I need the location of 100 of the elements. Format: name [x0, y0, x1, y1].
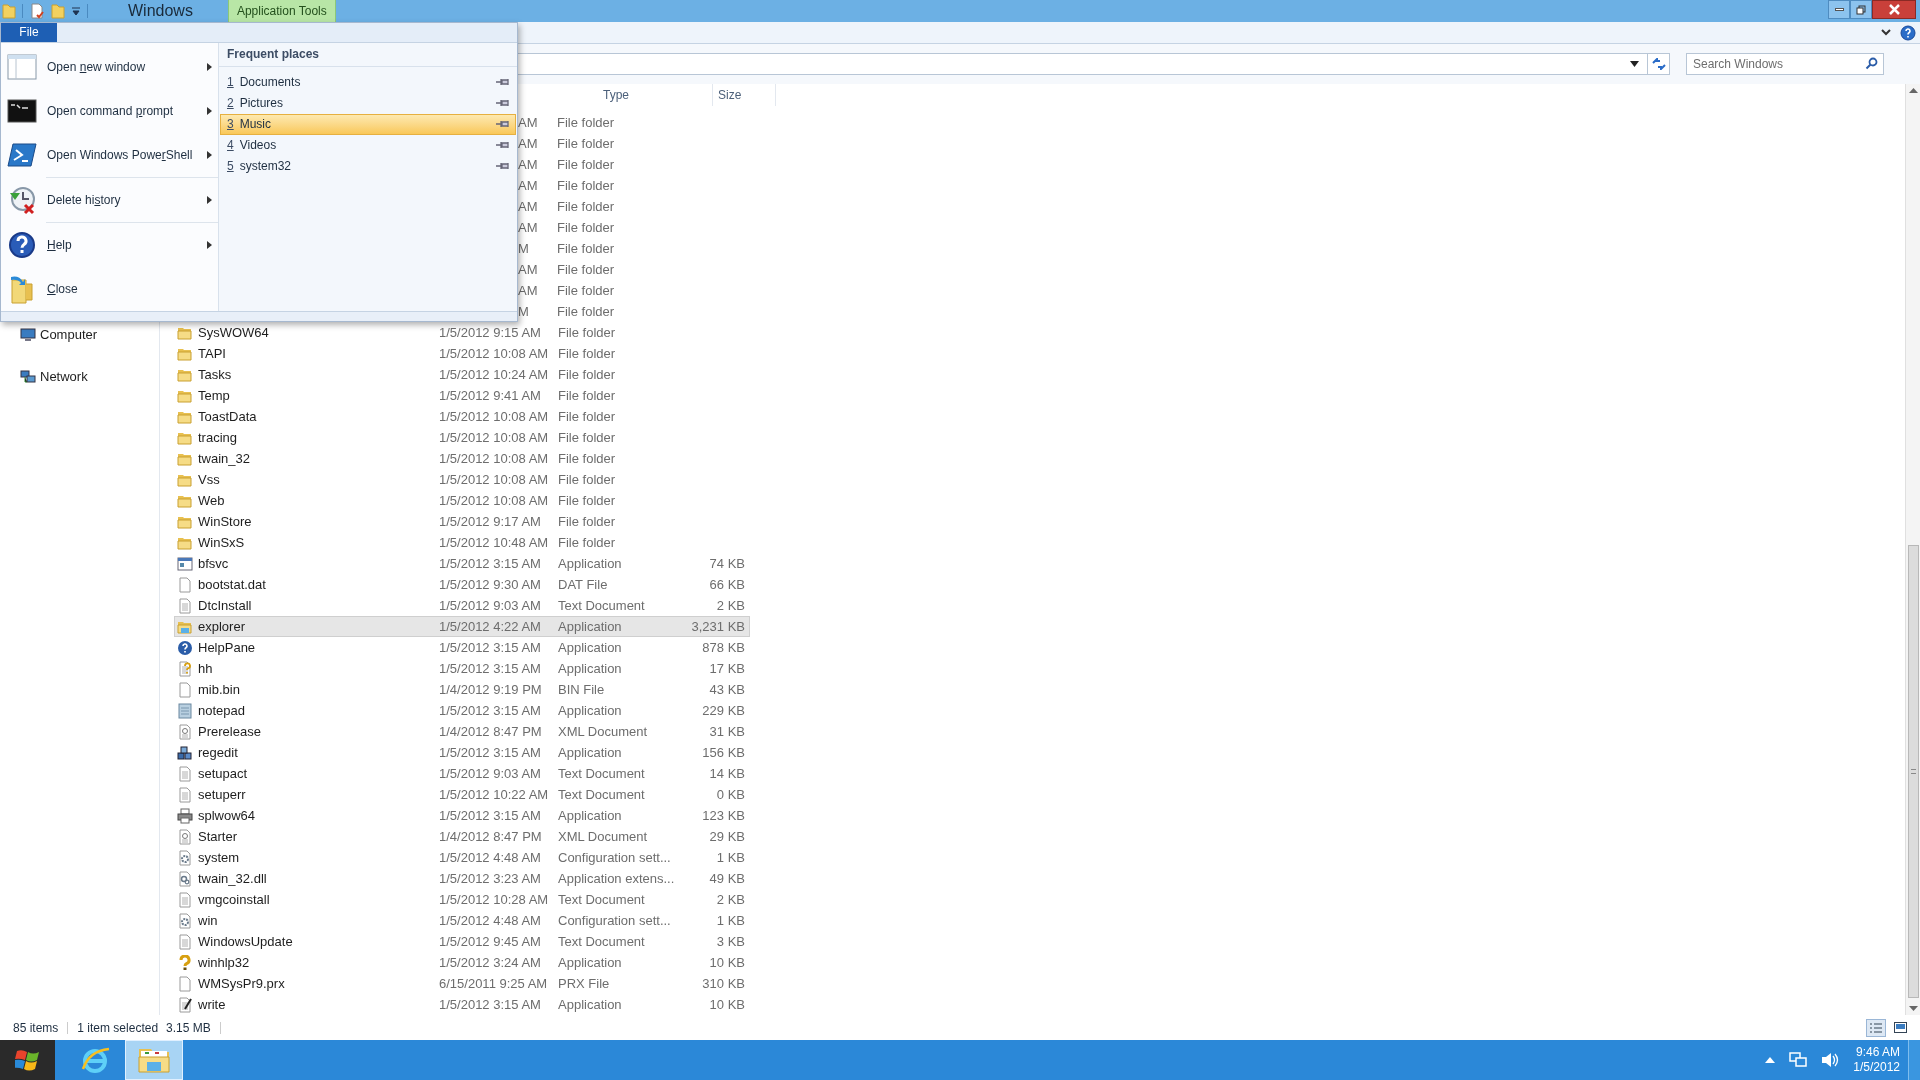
file-row[interactable]: Tasks 1/5/2012 10:24 AM File folder — [174, 364, 750, 385]
file-row[interactable]: Prerelease 1/4/2012 8:47 PM XML Document 31 KB — [174, 721, 750, 742]
pin-icon[interactable] — [496, 99, 511, 108]
navigation-item[interactable]: Computer — [40, 324, 98, 345]
file-name: explorer — [198, 617, 245, 636]
file-row[interactable]: regedit 1/5/2012 3:15 AM Application 156 KB — [174, 742, 750, 763]
minimize-button[interactable] — [1828, 0, 1850, 19]
menu-item[interactable]: Open command prompt — [1, 88, 218, 133]
file-row[interactable]: bfsvc 1/5/2012 3:15 AM Application 74 KB — [174, 553, 750, 574]
frequent-place[interactable]: 4 Videos — [220, 134, 516, 156]
submenu-arrow-icon — [207, 150, 212, 159]
file-row[interactable]: setupact 1/5/2012 9:03 AM Text Document 14 KB — [174, 763, 750, 784]
menu-item[interactable]: Help — [1, 222, 218, 267]
close-button[interactable] — [1872, 0, 1916, 19]
file-name: write — [198, 995, 226, 1014]
file-row[interactable]: notepad 1/5/2012 3:15 AM Application 229 KB — [174, 700, 750, 721]
restore-button[interactable] — [1850, 0, 1872, 19]
frequent-place[interactable]: 2 Pictures — [220, 92, 516, 114]
document-icon[interactable] — [29, 3, 45, 19]
file-name: vmgcoinstall — [198, 890, 270, 909]
file-row[interactable]: WindowsUpdate 1/5/2012 9:45 AM Text Document 3 KB — [174, 931, 750, 952]
date-cell: 1/5/2012 10:08 AM — [439, 345, 549, 361]
frequent-place[interactable]: 1 Documents — [220, 71, 516, 93]
gear-page-icon — [177, 870, 193, 887]
file-row[interactable]: Vss 1/5/2012 10:08 AM File folder — [174, 469, 750, 490]
refresh-button[interactable] — [1647, 54, 1669, 74]
file-row[interactable]: Temp 1/5/2012 9:41 AM File folder — [174, 385, 750, 406]
file-row[interactable]: DtcInstall 1/5/2012 9:03 AM Text Document 2 KB — [174, 595, 750, 616]
file-row[interactable]: Web 1/5/2012 10:08 AM File folder — [174, 490, 750, 511]
show-hidden-icons[interactable] — [1765, 1056, 1776, 1064]
file-row[interactable]: WinStore 1/5/2012 9:17 AM File folder — [174, 511, 750, 532]
menu-item[interactable]: Delete history — [1, 177, 218, 222]
type-cell: Application extens... — [558, 870, 675, 886]
scrollbar-thumb[interactable] — [1907, 545, 1919, 998]
browser-icon — [80, 1045, 110, 1075]
file-row[interactable]: write 1/5/2012 3:15 AM Application 10 KB — [174, 994, 750, 1015]
file-row[interactable]: setuperr 1/5/2012 10:22 AM Text Document 0 KB — [174, 784, 750, 805]
type-cell: Application — [558, 639, 622, 655]
dropdown-icon[interactable] — [71, 6, 81, 16]
search-icon[interactable] — [1865, 57, 1878, 70]
pin-icon[interactable] — [496, 120, 511, 129]
date-cell: 1/5/2012 10:22 AM — [439, 786, 549, 802]
frequent-place[interactable]: 3 Music — [220, 113, 516, 135]
powershell-icon — [7, 141, 37, 168]
help-icon[interactable] — [1900, 24, 1916, 41]
chevron-icon[interactable] — [1880, 27, 1892, 38]
clock-delete-icon — [7, 184, 37, 215]
submenu-arrow-icon — [207, 195, 212, 204]
menu-item[interactable]: Open new window — [1, 44, 218, 89]
date-cell: 1/5/2012 9:17 AM — [439, 513, 541, 529]
file-row[interactable]: SysWOW64 1/5/2012 9:15 AM File folder — [174, 322, 750, 343]
file-row[interactable]: mib.bin 1/4/2012 9:19 PM BIN File 43 KB — [174, 679, 750, 700]
menu-item[interactable]: Open Windows PowerShell — [1, 132, 218, 177]
network-icon — [20, 368, 36, 385]
file-row[interactable]: winhlp32 1/5/2012 3:24 AM Application 10 KB — [174, 952, 750, 973]
file-name: tracing — [198, 428, 238, 447]
size-cell-text: 10 KB — [709, 953, 745, 972]
clock[interactable]: 9:46 AM 1/5/2012 — [1853, 1045, 1900, 1075]
file-row[interactable]: bootstat.dat 1/5/2012 9:30 AM DAT File 66 KB — [174, 574, 750, 595]
file-name: bootstat.dat — [198, 575, 266, 594]
file-row[interactable]: explorer 1/5/2012 4:22 AM Application 3,231 KB — [174, 616, 750, 637]
clock-time: 9:46 AM — [1855, 1045, 1900, 1060]
menu-item[interactable]: Close — [1, 266, 218, 311]
size-cell-text: 17 KB — [709, 659, 745, 678]
type-cell: File folder — [558, 492, 616, 508]
help-icon — [8, 230, 36, 259]
file-row[interactable]: twain_32 1/5/2012 10:08 AM File folder — [174, 448, 750, 469]
file-row[interactable]: ToastData 1/5/2012 10:08 AM File folder — [174, 406, 750, 427]
volume-icon[interactable] — [1821, 1052, 1840, 1068]
frequent-place[interactable]: 5 system32 — [220, 155, 516, 177]
pin-icon[interactable] — [496, 141, 511, 150]
file-row[interactable]: splwow64 1/5/2012 3:15 AM Application 123 KB — [174, 805, 750, 826]
file-row[interactable]: TAPI 1/5/2012 10:08 AM File folder — [174, 343, 750, 364]
file-row[interactable]: WMSysPr9.prx 6/15/2011 9:25 AM PRX File 310 KB — [174, 973, 750, 994]
file-row[interactable]: WinSxS 1/5/2012 10:48 AM File folder — [174, 532, 750, 553]
restore-icon — [1856, 4, 1866, 15]
date-cell: AM — [518, 156, 538, 172]
file-row[interactable]: Starter 1/4/2012 8:47 PM XML Document 29 KB — [174, 826, 750, 847]
pin-icon[interactable] — [496, 78, 511, 87]
file-row[interactable]: hh 1/5/2012 3:15 AM Application 17 KB — [174, 658, 750, 679]
start-button[interactable] — [0, 1040, 55, 1080]
context-tab[interactable]: Application Tools — [227, 0, 336, 22]
pin-icon[interactable] — [496, 162, 511, 171]
search-field[interactable]: Search Windows — [1686, 53, 1884, 75]
size-cell-text: 0 KB — [716, 785, 745, 804]
file-name: Prerelease — [198, 722, 261, 741]
file-row[interactable]: vmgcoinstall 1/5/2012 10:28 AM Text Document 2 KB — [174, 889, 750, 910]
file-row[interactable]: win 1/5/2012 4:48 AM Configuration sett... 1 KB — [174, 910, 750, 931]
file-tab[interactable]: File — [1, 23, 57, 42]
date-cell: 1/5/2012 9:03 AM — [439, 765, 541, 781]
file-row[interactable]: twain_32.dll 1/5/2012 3:23 AM Application extens... 49 KB — [174, 868, 750, 889]
file-row[interactable]: system 1/5/2012 4:48 AM Configuration sett... 1 KB — [174, 847, 750, 868]
dropdown-arrow-icon[interactable] — [1630, 61, 1639, 67]
type-cell: Application — [558, 744, 622, 760]
size-cell-text: 66 KB — [709, 575, 745, 594]
file-row[interactable]: HelpPane 1/5/2012 3:15 AM Application 878 KB — [174, 637, 750, 658]
file-row[interactable]: tracing 1/5/2012 10:08 AM File folder — [174, 427, 750, 448]
navigation-item[interactable]: Network — [40, 366, 88, 387]
network-icon[interactable] — [1789, 1052, 1808, 1068]
type-cell: File folder — [558, 387, 616, 403]
